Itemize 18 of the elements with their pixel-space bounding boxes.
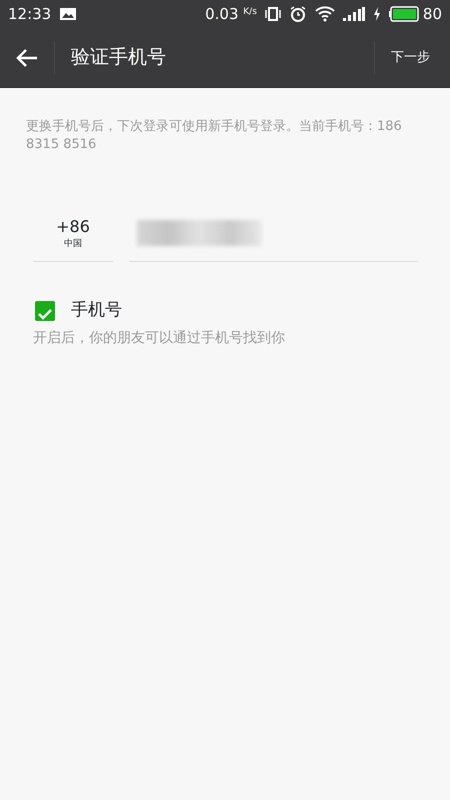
wifi-icon	[314, 6, 335, 22]
checkbox[interactable]	[35, 301, 55, 322]
notice-text: 更换手机号后，下次登录可使用新手机号登录。当前手机号：186 8315 8516	[25, 118, 403, 154]
vibrate-icon	[264, 6, 281, 22]
battery-icon	[388, 6, 419, 22]
battery-level: 80	[422, 4, 442, 25]
signal-icon	[342, 7, 365, 21]
image-icon	[59, 7, 78, 21]
alarm-icon	[288, 5, 307, 23]
clock: 12:33	[8, 4, 52, 25]
page-title: 验证手机号	[71, 45, 166, 70]
option-label: 手机号	[71, 299, 122, 322]
back-arrow-icon	[16, 48, 38, 68]
next-step-button[interactable]: 下一步	[375, 46, 446, 68]
network-speed: 0.03 $^{K/s}$	[205, 4, 257, 25]
country-code-selector[interactable]: +86 中国	[33, 217, 113, 262]
option-hint: 开启后，你的朋友可以通过手机号找到你	[33, 328, 286, 348]
charging-icon	[372, 7, 381, 21]
